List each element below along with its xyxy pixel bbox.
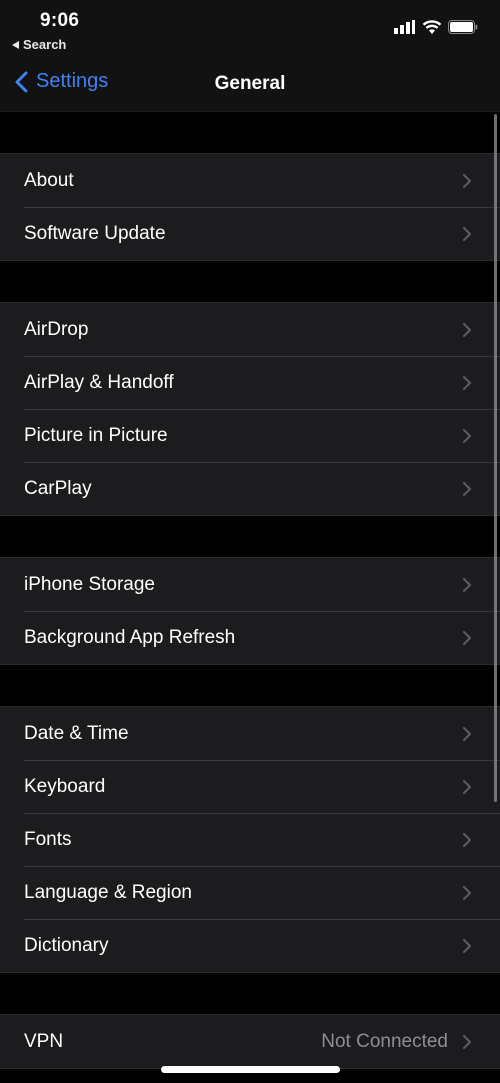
settings-list: About Software Update AirDrop AirPlay & Han… [0,112,500,1069]
settings-row-dictionary[interactable]: Dictionary [0,919,500,972]
settings-row-keyboard[interactable]: Keyboard [0,760,500,813]
back-to-app-button[interactable]: Search [12,37,66,52]
settings-group: iPhone Storage Background App Refresh [0,557,500,665]
settings-row-software-update[interactable]: Software Update [0,207,500,260]
row-label: Language & Region [24,881,192,903]
scrollbar[interactable] [494,114,497,802]
battery-icon [448,20,478,34]
row-label: AirDrop [24,318,89,340]
row-label: Dictionary [24,934,109,956]
chevron-right-icon [462,630,472,645]
row-label: Date & Time [24,722,129,744]
chevron-right-icon [462,226,472,241]
settings-group: Date & Time Keyboard Fonts Language & Regio… [0,706,500,973]
row-label: AirPlay & Handoff [24,371,174,393]
row-label: iPhone Storage [24,573,155,595]
settings-row-fonts[interactable]: Fonts [0,813,500,866]
row-label: About [24,169,74,191]
row-label: Fonts [24,828,72,850]
row-label: VPN [24,1030,64,1052]
status-icons [394,20,478,34]
page-title: General [214,73,286,94]
chevron-right-icon [462,173,472,188]
chevron-right-icon [462,322,472,337]
status-time: 9:06 [40,10,80,31]
settings-row-airplay-and-handoff[interactable]: AirPlay & Handoff [0,356,500,409]
row-value: Not Connected [321,1030,448,1052]
settings-group: About Software Update [0,153,500,261]
chevron-right-icon [462,428,472,443]
settings-row-language-and-region[interactable]: Language & Region [0,866,500,919]
settings-row-vpn[interactable]: VPN Not Connected [0,1015,500,1068]
settings-row-date-and-time[interactable]: Date & Time [0,707,500,760]
chevron-right-icon [462,375,472,390]
row-label: CarPlay [24,477,92,499]
row-label: Picture in Picture [24,424,168,446]
settings-group: AirDrop AirPlay & Handoff Picture in Pictu… [0,302,500,516]
settings-row-airdrop[interactable]: AirDrop [0,303,500,356]
settings-row-picture-in-picture[interactable]: Picture in Picture [0,409,500,462]
cellular-signal-icon [394,20,415,34]
back-triangle-icon [12,40,19,49]
navigation-bar: Settings General [0,66,500,106]
settings-row-background-app-refresh[interactable]: Background App Refresh [0,611,500,664]
settings-row-carplay[interactable]: CarPlay [0,462,500,515]
home-indicator[interactable] [161,1066,340,1073]
header: 9:06 Search Settings General [0,0,500,112]
chevron-right-icon [462,1034,472,1049]
row-label: Keyboard [24,775,106,797]
chevron-right-icon [462,832,472,847]
back-app-label: Search [23,37,67,52]
wifi-icon [422,20,442,34]
settings-row-about[interactable]: About [0,154,500,207]
row-label: Background App Refresh [24,626,236,648]
chevron-right-icon [462,726,472,741]
chevron-right-icon [462,885,472,900]
row-label: Software Update [24,222,166,244]
chevron-right-icon [462,779,472,794]
chevron-right-icon [462,938,472,953]
chevron-right-icon [462,481,472,496]
settings-group: VPN Not Connected [0,1014,500,1069]
chevron-right-icon [462,577,472,592]
settings-row-iphone-storage[interactable]: iPhone Storage [0,558,500,611]
